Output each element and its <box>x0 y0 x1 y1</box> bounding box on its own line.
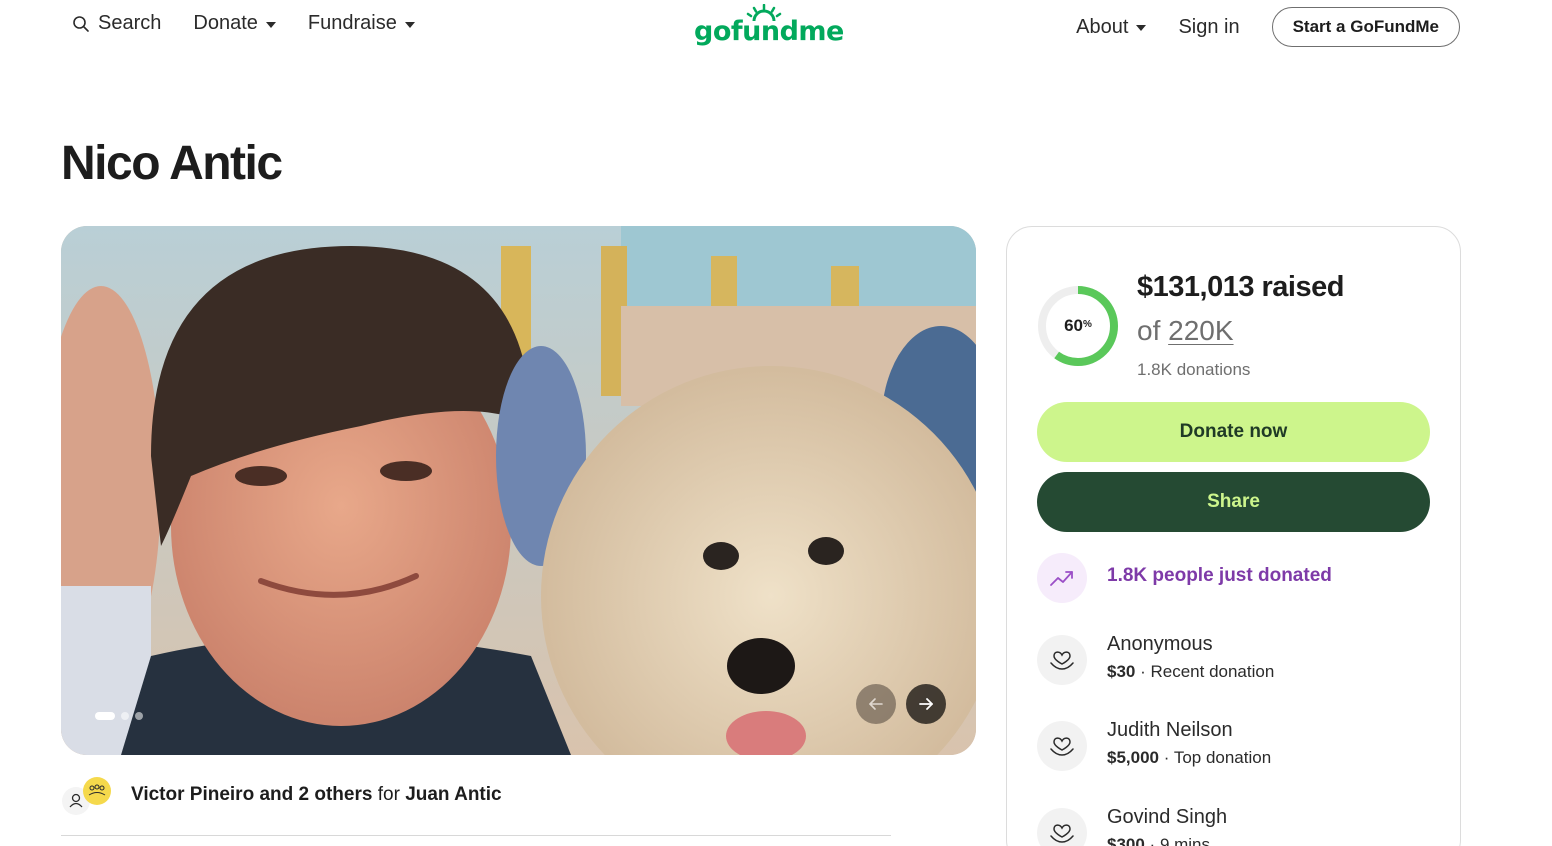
donor-meta: $30 · Recent donation <box>1107 662 1275 681</box>
donor-item: Anonymous $30 · Recent donation <box>1037 633 1437 689</box>
carousel-prev-button[interactable] <box>856 684 896 724</box>
donor-meta: $300 · 9 mins <box>1107 835 1210 846</box>
carousel-next-button[interactable] <box>906 684 946 724</box>
organizer-for: for <box>377 784 400 805</box>
about-menu-label: About <box>1076 15 1129 38</box>
carousel-dot[interactable] <box>135 712 143 720</box>
goal-value[interactable]: 220K <box>1168 315 1233 346</box>
recent-donations-trend[interactable]: 1.8K people just donated <box>1107 565 1332 587</box>
donor-amount: $30 <box>1107 662 1136 681</box>
donor-name: Govind Singh <box>1107 806 1228 828</box>
carousel-dot[interactable] <box>121 712 129 720</box>
gofundme-logo[interactable]: gofundme <box>694 4 844 48</box>
sign-in-link[interactable]: Sign in <box>1178 16 1239 39</box>
carousel-dot-active[interactable] <box>95 712 115 720</box>
donor-amount: $5,000 <box>1107 748 1159 767</box>
carousel-dots <box>95 712 143 720</box>
about-menu[interactable]: About <box>1076 15 1147 39</box>
sign-in-label: Sign in <box>1178 15 1240 38</box>
donation-card: 60% $131,013 raised of 220K 1.8K donatio… <box>1006 226 1461 846</box>
site-header: Search Donate Fundraise gofundme About S… <box>0 0 1552 52</box>
beneficiary-name[interactable]: Juan Antic <box>405 784 501 805</box>
start-gofundme-button[interactable]: Start a GoFundMe <box>1271 7 1460 47</box>
fundraise-menu[interactable]: Fundraise <box>308 12 415 35</box>
logo-text: gofundme <box>694 16 844 47</box>
heart-hand-icon <box>1037 721 1087 771</box>
arrow-left-icon <box>869 698 883 710</box>
donations-count: 1.8K donations <box>1137 360 1251 379</box>
progress-percent: 60% <box>1037 285 1119 367</box>
search-label: Search <box>98 12 162 34</box>
donor-item: Judith Neilson $5,000 · Top donation <box>1037 719 1437 775</box>
caret-down-icon <box>404 21 415 28</box>
caret-down-icon <box>265 21 276 28</box>
heart-hand-icon <box>1037 635 1087 685</box>
search-button[interactable]: Search <box>72 12 161 35</box>
donor-item: Govind Singh $300 · 9 mins <box>1037 806 1437 846</box>
donor-amount: $300 <box>1107 835 1145 846</box>
donor-label: Recent donation <box>1150 662 1275 681</box>
caret-down-icon <box>1136 25 1147 31</box>
organizer-text: Victor Pineiro and 2 others for Juan Ant… <box>131 784 502 806</box>
campaign-photo <box>61 226 976 755</box>
goal-prefix: of <box>1137 315 1161 346</box>
fundraise-menu-label: Fundraise <box>307 12 397 34</box>
trending-up-icon <box>1037 553 1087 603</box>
progress-percent-value: 60 <box>1064 316 1083 335</box>
share-button[interactable]: Share <box>1037 472 1430 532</box>
arrow-right-icon <box>919 698 933 710</box>
heart-hand-icon <box>1037 808 1087 846</box>
donor-name: Anonymous <box>1107 633 1213 655</box>
organizer-avatars[interactable] <box>61 776 113 816</box>
search-icon <box>73 15 89 32</box>
donor-label: Top donation <box>1173 748 1272 767</box>
page-title: Nico Antic <box>61 137 283 190</box>
progress-percent-sign: % <box>1083 318 1092 330</box>
donor-name: Judith Neilson <box>1107 719 1233 741</box>
organizer-names[interactable]: Victor Pineiro and 2 others <box>131 784 372 805</box>
donate-menu-label: Donate <box>193 12 258 34</box>
donate-menu[interactable]: Donate <box>193 12 276 35</box>
amount-raised: $131,013 raised <box>1137 271 1344 303</box>
donor-label: 9 mins <box>1159 835 1211 846</box>
nav-left: Search Donate Fundraise <box>72 12 415 35</box>
donate-now-button[interactable]: Donate now <box>1037 402 1430 462</box>
campaign-photo-carousel[interactable] <box>61 226 976 755</box>
donor-meta: $5,000 · Top donation <box>1107 748 1272 767</box>
nav-right: About Sign in Start a GoFundMe <box>1076 7 1460 47</box>
organizer-row: Victor Pineiro and 2 others for Juan Ant… <box>61 774 891 836</box>
goal-amount: of 220K <box>1137 315 1234 347</box>
